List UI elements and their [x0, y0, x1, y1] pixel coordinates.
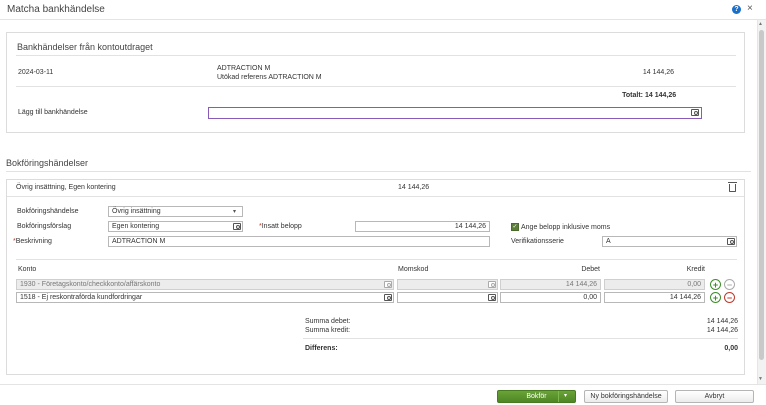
row1-account-input: 1930 - Företagskonto/checkkonto/affärsko… — [16, 279, 394, 290]
row2-credit-input[interactable]: 14 144,26 — [604, 292, 705, 303]
incl-vat-label: Ange belopp inklusive moms — [521, 224, 611, 231]
divider — [16, 86, 736, 87]
search-list-icon[interactable] — [727, 238, 735, 245]
search-list-icon[interactable] — [488, 294, 496, 301]
search-list-icon — [488, 281, 496, 288]
row2-vat-input[interactable] — [397, 292, 498, 303]
booking-event-header[interactable]: Övrig insättning, Egen kontering — [16, 184, 116, 191]
chevron-down-icon[interactable]: ▾ — [564, 391, 567, 402]
plus-icon[interactable]: + — [710, 279, 721, 290]
trash-icon[interactable] — [728, 182, 737, 192]
description-label: Beskrivning — [15, 238, 52, 245]
col-header-credit: Kredit — [686, 266, 705, 273]
bank-section-title: Bankhändelser från kontoutdraget — [17, 42, 153, 52]
deposit-label: Insatt belopp — [261, 223, 302, 230]
description-label-row: *Beskrivning — [13, 238, 52, 245]
divider — [303, 338, 738, 339]
booking-event-amount: 14 144,26 — [398, 184, 430, 191]
post-button[interactable]: Bokför ▾ — [497, 390, 576, 403]
add-bank-event-input[interactable] — [208, 107, 702, 119]
scroll-down-icon[interactable]: ▼ — [758, 376, 763, 382]
row2-debit-input[interactable]: 0,00 — [500, 292, 601, 303]
new-event-button[interactable]: Ny bokföringshändelse — [584, 390, 668, 403]
minus-icon: − — [724, 279, 735, 290]
dialog-title: Matcha bankhändelse — [7, 4, 105, 15]
dialog-titlebar: Matcha bankhändelse ? × — [0, 0, 766, 20]
deposit-amount-input[interactable]: 14 144,26 — [355, 221, 490, 232]
sum-debit-value: 14 144,26 — [706, 318, 738, 325]
sum-debit-label: Summa debet: — [305, 318, 351, 325]
divider — [6, 171, 751, 172]
diff-value: 0,00 — [724, 345, 738, 352]
sum-credit-value: 14 144,26 — [706, 327, 738, 334]
deposit-label-row: *Insatt belopp — [259, 223, 302, 230]
booking-event-type-select[interactable]: Övrig insättning ▾ — [108, 206, 243, 217]
row1-vat-input — [397, 279, 498, 290]
series-input[interactable]: A — [602, 236, 737, 247]
plus-icon[interactable]: + — [710, 292, 721, 303]
add-bank-event-label: Lägg till bankhändelse — [18, 109, 88, 116]
cancel-button[interactable]: Avbryt — [675, 390, 754, 403]
bank-event-reference: Utökad referens ADTRACTION M — [217, 74, 322, 81]
search-list-icon — [384, 281, 392, 288]
scrollbar-thumb[interactable] — [759, 30, 764, 360]
booking-proposal-label: Bokföringsförslag — [17, 223, 72, 230]
scroll-up-icon[interactable]: ▲ — [758, 21, 763, 27]
booking-section-title: Bokföringshändelser — [6, 158, 89, 168]
search-list-icon[interactable] — [691, 109, 699, 116]
description-input[interactable]: ADTRACTION M — [108, 236, 490, 247]
bank-event-name: ADTRACTION M — [217, 65, 271, 72]
search-list-icon[interactable] — [233, 223, 241, 230]
total-value: 14 144,26 — [645, 92, 677, 99]
booking-event-type-value: Övrig insättning — [112, 208, 161, 215]
dialog-footer: Bokför ▾ Ny bokföringshändelse Avbryt — [0, 384, 766, 405]
post-button-label: Bokför — [526, 393, 547, 400]
incl-vat-checkbox[interactable]: ✓ — [511, 223, 519, 231]
minus-icon[interactable]: − — [724, 292, 735, 303]
diff-label: Differens: — [305, 345, 338, 352]
help-icon[interactable]: ? — [732, 5, 741, 14]
chevron-down-icon: ▾ — [233, 209, 237, 215]
col-header-account: Konto — [18, 266, 37, 273]
divider — [16, 55, 736, 56]
close-icon[interactable]: × — [747, 3, 753, 14]
row1-debit-input: 14 144,26 — [500, 279, 601, 290]
row1-credit-input: 0,00 — [604, 279, 705, 290]
col-header-debit: Debet — [581, 266, 600, 273]
col-header-vat: Momskod — [398, 266, 429, 273]
sum-credit-label: Summa kredit: — [305, 327, 351, 334]
booking-event-type-label: Bokföringshändelse — [17, 208, 79, 215]
search-list-icon[interactable] — [384, 294, 392, 301]
bank-event-amount: 14 144,26 — [642, 69, 674, 76]
series-label: Verifikationsserie — [511, 238, 564, 245]
booking-proposal-input[interactable]: Egen kontering — [108, 221, 243, 232]
total-label: Totalt: — [622, 92, 643, 99]
divider — [7, 196, 744, 197]
row2-account-input[interactable]: 1518 - Ej reskontraförda kundfordringar — [16, 292, 394, 303]
split-divider — [558, 391, 559, 402]
divider — [16, 259, 737, 260]
bank-event-date: 2024-03-11 — [18, 69, 54, 76]
